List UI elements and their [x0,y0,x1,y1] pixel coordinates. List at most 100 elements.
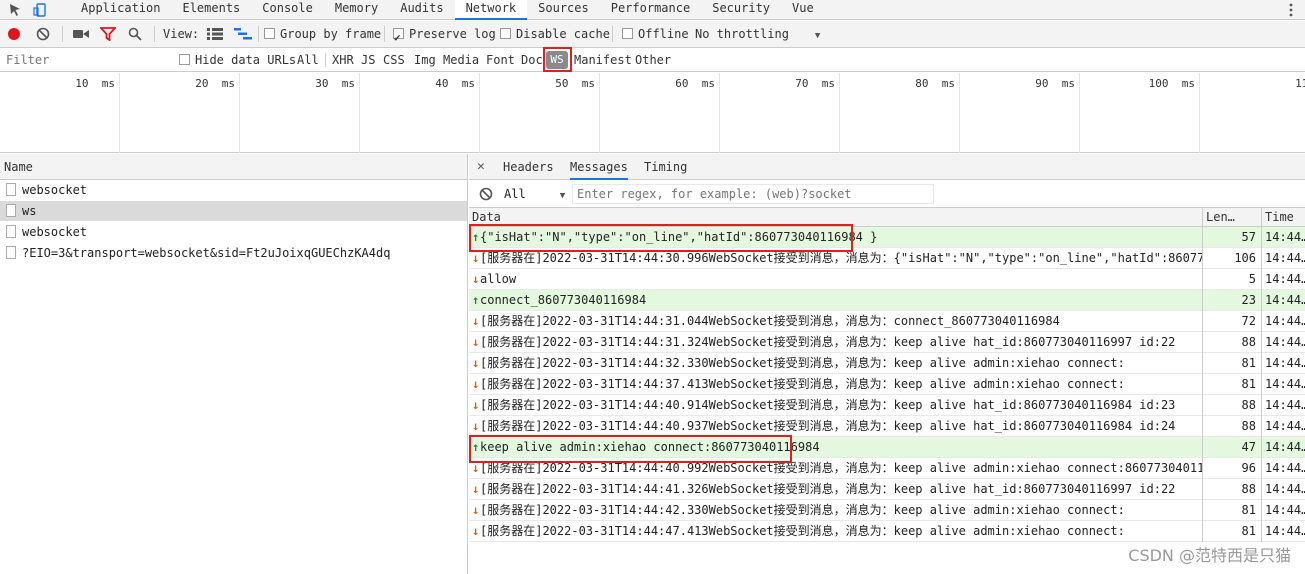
timeline-tick-label: 80 ms [915,77,955,90]
more-options-icon[interactable] [1285,2,1297,18]
message-data: [服务器在]2022-03-31T14:44:37.413WebSocket接受… [480,377,1125,391]
type-filter-all[interactable]: All [297,49,319,71]
message-row[interactable]: ↓ [服务器在]2022-03-31T14:44:32.330WebSocket接… [469,353,1305,374]
timeline-tick-label: 110 [1295,77,1305,90]
message-row[interactable]: ↓ [服务器在]2022-03-31T14:44:41.326WebSocket接… [469,479,1305,500]
search-icon[interactable] [128,27,142,41]
message-row[interactable]: ↓ [服务器在]2022-03-31T14:44:47.413WebSocket接… [469,521,1305,542]
throttling-select[interactable]: No throttling ▼ [695,21,820,47]
message-data: [服务器在]2022-03-31T14:44:40.937WebSocket接受… [480,419,1176,433]
ws-highlight-box [543,47,572,72]
waterfall-icon[interactable] [234,28,252,40]
message-row[interactable]: ↓ [服务器在]2022-03-31T14:44:31.044WebSocket接… [469,311,1305,332]
regex-filter-input[interactable] [572,184,934,204]
data-column-header[interactable]: Data [472,210,501,224]
tab-elements[interactable]: Elements [171,0,251,20]
tab-headers[interactable]: Headers [503,154,554,180]
tab-security[interactable]: Security [701,0,781,20]
tab-application[interactable]: Application [70,0,171,20]
type-filter-other[interactable]: Other [635,49,671,71]
timeline-tick: 40 ms [360,73,480,153]
type-filter-media[interactable]: Media [443,49,479,71]
detail-tabs: ✕ Headers Messages Timing [469,154,1305,180]
timeline-tick-label: 50 ms [555,77,595,90]
message-time: 14:44… [1265,503,1305,517]
group-by-frame-checkbox[interactable]: Group by frame [264,21,381,47]
tab-memory[interactable]: Memory [324,0,389,20]
type-filter-font[interactable]: Font [486,49,515,71]
large-rows-icon[interactable] [207,28,223,40]
record-icon[interactable] [7,27,21,41]
message-row[interactable]: ↓ [服务器在]2022-03-31T14:44:40.914WebSocket接… [469,395,1305,416]
name-column-header[interactable]: Name [0,154,467,180]
disable-cache-checkbox[interactable]: Disable cache [500,21,610,47]
clear-messages-icon[interactable] [479,187,493,201]
highlight-box-keepalive-sent [469,435,792,463]
request-detail-panel: ✕ Headers Messages Timing All▼ Data Len…… [469,154,1305,574]
tab-network[interactable]: Network [454,0,528,20]
preserve-log-checkbox[interactable]: Preserve log [393,21,496,51]
inspect-element-icon[interactable] [8,2,24,18]
device-toolbar-icon[interactable] [33,2,49,18]
length-column-header[interactable]: Len… [1206,210,1235,224]
timeline-tick: 20 ms [120,73,240,153]
message-row[interactable]: ↓ [服务器在]2022-03-31T14:44:40.937WebSocket接… [469,416,1305,437]
received-arrow-icon: ↓ [472,314,480,328]
tab-console[interactable]: Console [251,0,324,20]
request-row[interactable]: websocket [0,222,467,243]
document-icon [6,246,16,259]
offline-checkbox[interactable]: Offline [622,21,689,47]
close-icon[interactable]: ✕ [477,159,485,174]
request-row[interactable]: websocket [0,180,467,201]
message-data: [服务器在]2022-03-31T14:44:40.914WebSocket接受… [480,398,1176,412]
message-data: [服务器在]2022-03-31T14:44:31.044WebSocket接受… [480,314,1060,328]
received-arrow-icon: ↓ [472,524,480,538]
timeline-tick: 80 ms [840,73,960,153]
request-name: ?EIO=3&transport=websocket&sid=Ft2uJoixq… [22,246,391,260]
time-column-header[interactable]: Time [1265,210,1294,224]
type-filter-css[interactable]: CSS [383,49,405,71]
message-data: [服务器在]2022-03-31T14:44:31.324WebSocket接受… [480,335,1176,349]
message-row[interactable]: ↓ [服务器在]2022-03-31T14:44:37.413WebSocket接… [469,374,1305,395]
tab-messages[interactable]: Messages [570,154,628,180]
request-row[interactable]: ?EIO=3&transport=websocket&sid=Ft2uJoixq… [0,243,467,264]
tab-sources[interactable]: Sources [527,0,600,20]
message-row[interactable]: ↑ connect_860773040116984 23 14:44… [469,290,1305,311]
type-filter-img[interactable]: Img [414,49,436,71]
capture-screenshots-icon[interactable] [73,28,89,40]
type-filter-manifest[interactable]: Manifest [574,49,632,71]
message-length: 72 [1241,314,1256,328]
tab-performance[interactable]: Performance [600,0,701,20]
message-row[interactable]: ↓ allow 5 14:44… [469,269,1305,290]
hide-data-urls-checkbox[interactable]: Hide data URLs [179,49,296,71]
message-length: 88 [1241,419,1256,433]
type-filter-doc[interactable]: Doc [521,49,543,71]
tab-timing[interactable]: Timing [644,154,687,180]
message-time: 14:44… [1265,293,1305,307]
message-time: 14:44… [1265,314,1305,328]
type-filter-xhr[interactable]: XHR [332,49,354,71]
tab-vue[interactable]: Vue [781,0,825,20]
message-type-select[interactable]: All ▼ [504,180,565,210]
message-length: 88 [1241,398,1256,412]
filter-input[interactable] [2,51,166,69]
message-length: 88 [1241,335,1256,349]
messages-toolbar: All ▼ [469,180,1305,208]
document-icon [6,204,16,217]
timeline-tick-label: 20 ms [195,77,235,90]
timeline-tick-label: 10 ms [75,77,115,90]
message-length: 81 [1241,377,1256,391]
message-row[interactable]: ↓ [服务器在]2022-03-31T14:44:31.324WebSocket接… [469,332,1305,353]
type-filter-js[interactable]: JS [361,49,375,71]
clear-icon[interactable] [36,27,50,41]
timeline-overview[interactable]: 10 ms 20 ms 30 ms 40 ms 50 ms 60 ms 70 ms 80 ms… [0,73,1305,153]
filter-icon[interactable] [100,27,116,41]
timeline-tick: 70 ms [720,73,840,153]
received-arrow-icon: ↓ [472,419,480,433]
tab-audits[interactable]: Audits [389,0,454,20]
message-time: 14:44… [1265,482,1305,496]
received-arrow-icon: ↓ [472,335,480,349]
message-row[interactable]: ↓ [服务器在]2022-03-31T14:44:42.330WebSocket接… [469,500,1305,521]
request-row[interactable]: ws [0,201,467,222]
message-data: [服务器在]2022-03-31T14:44:41.326WebSocket接受… [480,482,1176,496]
